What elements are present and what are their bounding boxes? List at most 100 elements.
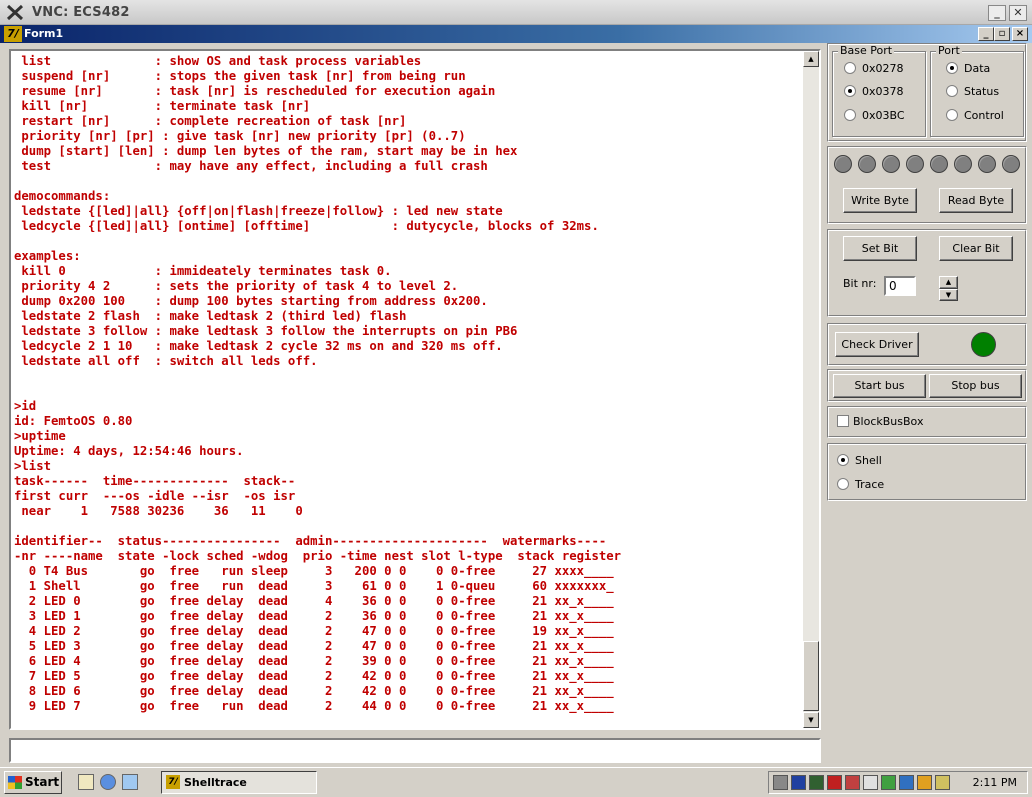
bit-nr-label: Bit nr: xyxy=(843,277,877,290)
radio-dot-icon xyxy=(946,109,958,121)
start-bus-button[interactable]: Start bus xyxy=(833,374,926,398)
blockbus-checkbox[interactable]: BlockBusBox xyxy=(837,415,923,428)
monitor-icon[interactable] xyxy=(791,775,806,790)
base-port-label: Base Port xyxy=(838,44,895,57)
terminal-line: ledstate 3 follow : make ledtask 3 follo… xyxy=(14,324,518,338)
terminal-line: identifier-- status---------------- admi… xyxy=(14,534,607,548)
radio-dot-icon xyxy=(946,62,958,74)
bit-nr-up-arrow-icon[interactable]: ▲ xyxy=(939,276,958,289)
internet-explorer-icon[interactable] xyxy=(100,774,116,790)
radio-base-port-1[interactable]: 0x0378 xyxy=(844,85,904,98)
outlook-express-icon[interactable] xyxy=(122,774,138,790)
terminal-line: 3 LED 1 go free delay dead 2 36 0 0 0 0-… xyxy=(14,609,614,623)
task-shelltrace[interactable]: 7/ Shelltrace xyxy=(161,771,317,794)
led-indicator xyxy=(882,155,900,173)
terminal-line: ledcycle {[led]|all} [ontime] [offtime] … xyxy=(14,219,599,233)
read-byte-button[interactable]: Read Byte xyxy=(939,188,1013,213)
terminal-line: 8 LED 6 go free delay dead 2 42 0 0 0 0-… xyxy=(14,684,614,698)
vnc-close-button[interactable]: ✕ xyxy=(1009,5,1027,21)
terminal-line: examples: xyxy=(14,249,81,263)
radio-port-status[interactable]: Status xyxy=(946,85,999,98)
blockbus-panel: BlockBusBox xyxy=(827,406,1027,438)
terminal-text: list : show OS and task process variable… xyxy=(14,54,804,726)
stop-bus-button[interactable]: Stop bus xyxy=(929,374,1022,398)
radio-port-control[interactable]: Control xyxy=(946,109,1004,122)
shelltrace-app-icon: 7/ xyxy=(166,775,180,789)
radio-dot-icon xyxy=(844,85,856,97)
delphi-app-icon: 7/ xyxy=(4,26,22,42)
script-icon[interactable] xyxy=(935,775,950,790)
terminal-line: >list xyxy=(14,459,52,473)
java-icon[interactable] xyxy=(917,775,932,790)
vnc-title: VNC: ECS482 xyxy=(32,5,130,20)
port-label: Port xyxy=(936,44,962,57)
radio-base-port-2[interactable]: 0x03BC xyxy=(844,109,905,122)
radio-port-data[interactable]: Data xyxy=(946,62,990,75)
radio-dot-icon xyxy=(946,85,958,97)
radio-trace[interactable]: Trace xyxy=(837,478,884,491)
vmware-icon[interactable] xyxy=(809,775,824,790)
terminal-line: ledstate 2 flash : make ledtask 2 (third… xyxy=(14,309,407,323)
form-title-bar[interactable]: 7/ Form1 _ ▫ × xyxy=(0,25,1032,43)
system-tray: 2:11 PM xyxy=(768,771,1028,794)
radio-dot-icon xyxy=(837,478,849,490)
start-button[interactable]: Start xyxy=(4,771,62,794)
terminal-line: dump [start] [len] : dump len bytes of t… xyxy=(14,144,518,158)
form-maximize-button[interactable]: ▫ xyxy=(994,27,1010,41)
radio-shell[interactable]: Shell xyxy=(837,454,882,467)
scroll-down-arrow-icon[interactable]: ▼ xyxy=(803,712,819,728)
terminal-line: -nr ----name state -lock sched -wdog pri… xyxy=(14,549,622,563)
terminal-line: 4 LED 2 go free delay dead 2 47 0 0 0 0-… xyxy=(14,624,614,638)
write-byte-button[interactable]: Write Byte xyxy=(843,188,917,213)
document-icon[interactable] xyxy=(863,775,878,790)
form-minimize-button[interactable]: _ xyxy=(978,27,994,41)
terminal-line: Uptime: 4 days, 12:54:46 hours. xyxy=(14,444,244,458)
terminal-scrollbar[interactable]: ▲ ▼ xyxy=(803,51,819,728)
byte-panel: Write Byte Read Byte xyxy=(827,146,1027,224)
clock: 2:11 PM xyxy=(972,776,1017,789)
led-indicator xyxy=(906,155,924,173)
scroll-up-arrow-icon[interactable]: ▲ xyxy=(803,51,819,67)
terminal-line: ledstate all off : switch all leds off. xyxy=(14,354,318,368)
terminal-line: 5 LED 3 go free delay dead 2 47 0 0 0 0-… xyxy=(14,639,614,653)
checkbox-icon xyxy=(837,415,849,427)
terminal-line: task------ time------------- stack-- xyxy=(14,474,296,488)
terminal-line: list : show OS and task process variable… xyxy=(14,54,422,68)
terminal-line: id: FemtoOS 0.80 xyxy=(14,414,133,428)
led-indicator xyxy=(834,155,852,173)
check-driver-button[interactable]: Check Driver xyxy=(835,332,919,357)
terminal-line: 6 LED 4 go free delay dead 2 39 0 0 0 0-… xyxy=(14,654,614,668)
bit-nr-input[interactable]: 0 xyxy=(884,276,916,296)
terminal-line: test : may have any effect, including a … xyxy=(14,159,488,173)
terminal-line: priority [nr] [pr] : give task [nr] new … xyxy=(14,129,466,143)
terminal-line: 7 LED 5 go free delay dead 2 42 0 0 0 0-… xyxy=(14,669,614,683)
terminal-line: kill [nr] : terminate task [nr] xyxy=(14,99,311,113)
terminal-line: 9 LED 7 go free run dead 2 44 0 0 0 0-fr… xyxy=(14,699,614,713)
clear-bit-button[interactable]: Clear Bit xyxy=(939,236,1013,261)
terminal-line: priority 4 2 : sets the priority of task… xyxy=(14,279,459,293)
terminal-line: restart [nr] : complete recreation of ta… xyxy=(14,114,407,128)
speaker-icon[interactable] xyxy=(773,775,788,790)
form-close-button[interactable]: × xyxy=(1012,27,1028,41)
security-icon[interactable] xyxy=(881,775,896,790)
terminal-output[interactable]: list : show OS and task process variable… xyxy=(9,49,821,730)
ati-icon[interactable] xyxy=(845,775,860,790)
vnc-title-bar[interactable]: VNC: ECS482 _ ✕ xyxy=(0,0,1032,25)
terminal-line: 1 Shell go free run dead 3 61 0 0 1 0-qu… xyxy=(14,579,614,593)
command-input[interactable] xyxy=(9,738,821,763)
bit-nr-down-arrow-icon[interactable]: ▼ xyxy=(939,289,958,301)
terminal-line: near 1 7588 30236 36 11 0 xyxy=(14,504,303,518)
bus-panel: Start bus Stop bus xyxy=(827,369,1027,402)
vnc-minimize-button[interactable]: _ xyxy=(988,5,1006,21)
display-icon[interactable] xyxy=(899,775,914,790)
mode-panel: Shell Trace xyxy=(827,443,1027,501)
set-bit-button[interactable]: Set Bit xyxy=(843,236,917,261)
led-indicator xyxy=(978,155,996,173)
taskbar: Start 7/ Shelltrace 2:11 PM xyxy=(0,767,1032,797)
radio-base-port-0[interactable]: 0x0278 xyxy=(844,62,904,75)
network-icon[interactable] xyxy=(827,775,842,790)
scroll-thumb[interactable] xyxy=(803,641,819,711)
show-desktop-icon[interactable] xyxy=(78,774,94,790)
